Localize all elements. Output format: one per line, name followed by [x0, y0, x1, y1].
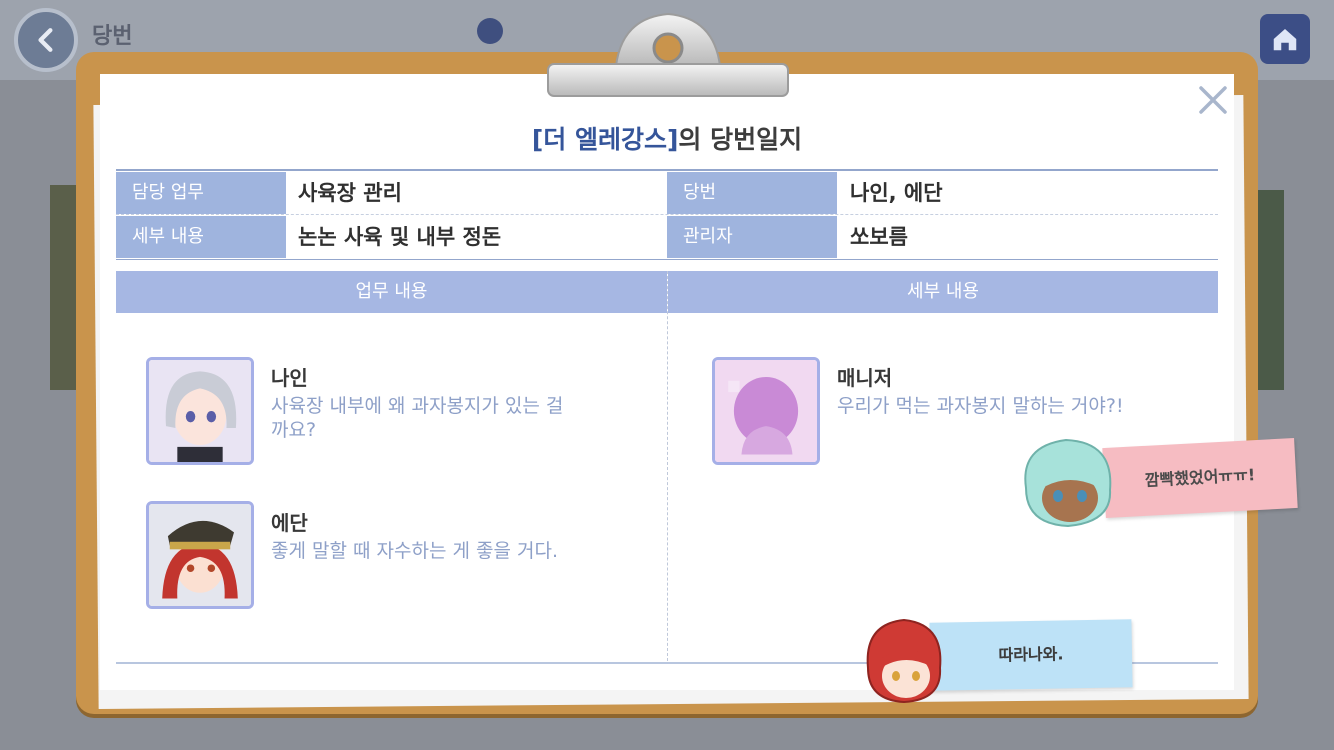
entry-message: 우리가 먹는 과자봉지 말하는 거야?!	[837, 395, 1124, 417]
column-divider	[667, 271, 668, 661]
title-group-name: [더 엘레강스]	[531, 125, 679, 154]
section-header-left: 업무 내용	[116, 271, 667, 313]
chevron-left-icon	[38, 28, 53, 52]
entry-name: 나인	[271, 366, 308, 390]
title-suffix: 의 당번일지	[678, 125, 803, 154]
duty-value: 사육장 관리	[298, 181, 402, 205]
manager-label: 관리자	[667, 216, 837, 258]
clip-icon	[547, 12, 789, 97]
avatar-manager	[712, 357, 820, 465]
home-icon	[1273, 29, 1297, 51]
sticker-note: 따라나와.	[929, 619, 1133, 691]
section-header-right: 세부 내용	[668, 271, 1218, 313]
onduty-value: 나인, 에단	[850, 181, 943, 205]
detail-label: 세부 내용	[116, 216, 286, 258]
manager-value: 쏘보름	[850, 225, 908, 249]
avatar-ethan	[146, 501, 254, 609]
divider	[116, 169, 1218, 171]
entry-name: 매니저	[837, 366, 893, 390]
sticker-note: 깜빡했었어ㅠㅠ!	[1102, 438, 1298, 518]
chibi-character-icon	[1024, 438, 1112, 528]
divider	[116, 259, 1218, 260]
close-icon	[1199, 86, 1227, 114]
onduty-label: 당번	[667, 172, 837, 214]
character-portrait	[149, 504, 251, 606]
chibi-character-icon	[866, 618, 942, 704]
entry-message: 좋게 말할 때 자수하는 게 좋을 거다.	[271, 540, 558, 562]
back-button[interactable]	[14, 8, 78, 72]
home-button[interactable]	[1260, 14, 1310, 64]
character-portrait	[715, 360, 817, 462]
entry-name: 에단	[271, 511, 308, 535]
detail-value: 논논 사육 및 내부 정돈	[298, 225, 502, 249]
close-button[interactable]	[1193, 80, 1233, 120]
background-title: 당번	[92, 24, 133, 49]
divider	[116, 214, 1218, 215]
help-icon[interactable]	[477, 18, 503, 44]
duty-label: 담당 업무	[116, 172, 286, 214]
character-portrait	[149, 360, 251, 462]
dialog-title: [더 엘레강스]의 당번일지	[100, 120, 1234, 156]
avatar-nine	[146, 357, 254, 465]
entry-message: 사육장 내부에 왜 과자봉지가 있는 걸까요?	[271, 395, 564, 441]
